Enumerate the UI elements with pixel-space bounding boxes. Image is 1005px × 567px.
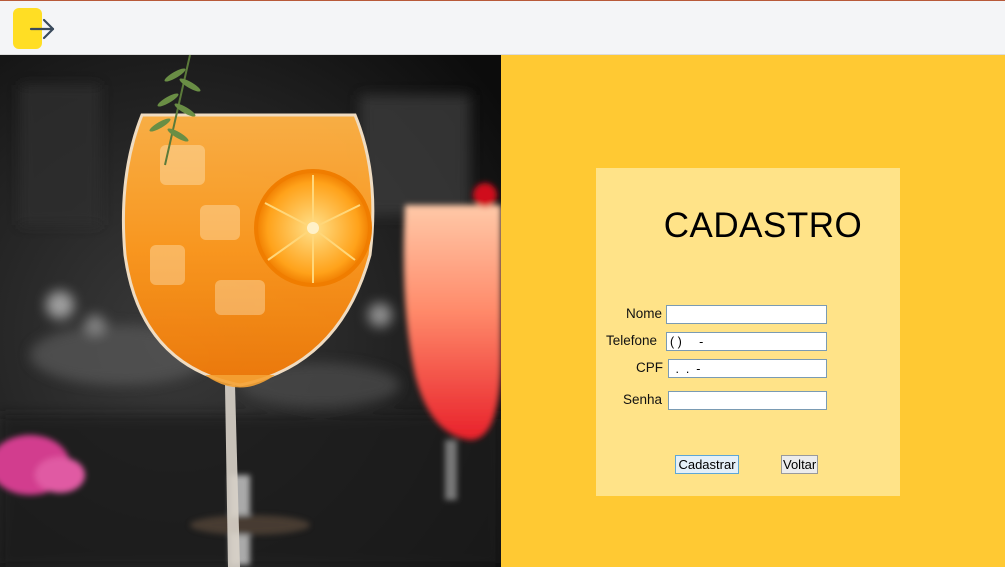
app-window: CADASTRO Nome Telefone CPF Senha Cadastr… (0, 0, 1005, 567)
arrow-right-icon (29, 18, 55, 40)
nome-label: Nome (626, 306, 663, 321)
form-title: CADASTRO (663, 206, 863, 245)
nome-field[interactable] (666, 305, 827, 324)
senha-label: Senha (623, 392, 663, 407)
cocktail-photo-image (0, 55, 501, 567)
cocktail-photo (0, 55, 501, 567)
cpf-label: CPF (636, 360, 663, 375)
senha-field[interactable] (668, 391, 827, 410)
cadastrar-button[interactable]: Cadastrar (675, 455, 739, 474)
voltar-button[interactable]: Voltar (781, 455, 818, 474)
cpf-field[interactable] (668, 359, 827, 378)
telefone-field[interactable] (666, 332, 827, 351)
form-panel: CADASTRO Nome Telefone CPF Senha Cadastr… (501, 55, 1005, 567)
top-bar (0, 0, 1005, 55)
register-form: CADASTRO Nome Telefone CPF Senha Cadastr… (596, 168, 900, 496)
telefone-label: Telefone (606, 333, 658, 348)
back-button[interactable] (13, 8, 59, 50)
